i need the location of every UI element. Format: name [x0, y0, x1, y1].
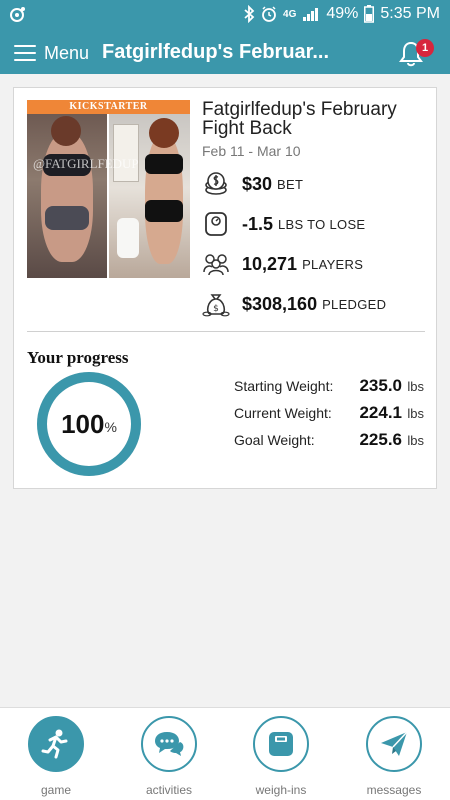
status-right: 4G 49% 5:35 PM — [243, 5, 440, 23]
nav-weigh-ins[interactable]: weigh-ins — [236, 716, 326, 798]
game-title: Fatgirlfedup's February Fight Back — [202, 99, 397, 139]
current-weight-value: 224.1 — [359, 403, 402, 422]
stat-bet: $30 BET — [202, 169, 303, 199]
alarm-icon — [262, 6, 276, 22]
starting-weight-unit: lbs — [407, 379, 424, 394]
divider — [27, 331, 425, 332]
players-value: 10,271 — [242, 253, 298, 274]
scale-icon — [269, 732, 293, 756]
signal-icon — [303, 8, 319, 21]
notification-badge: 1 — [416, 39, 434, 57]
current-weight-label: Current Weight: — [234, 405, 332, 421]
app-bar: Menu Fatgirlfedup's Februar... 1 — [0, 32, 450, 74]
game-image[interactable]: KICKSTARTER @FATGIRLFEDUP — [27, 100, 190, 278]
nav-messages-circle — [366, 716, 422, 772]
battery-icon — [364, 5, 375, 23]
current-weight-row: Current Weight: 224.1 lbs — [234, 401, 424, 428]
bluetooth-icon — [244, 5, 255, 23]
goal-weight-unit: lbs — [407, 433, 424, 448]
pledged-value: $308,160 — [242, 293, 318, 314]
progress-title: Your progress — [27, 348, 129, 367]
nav-game[interactable]: game — [11, 716, 101, 798]
svg-text:$: $ — [213, 304, 219, 314]
nav-weigh-ins-label: weigh-ins — [255, 783, 307, 797]
status-left — [10, 6, 26, 22]
starting-weight-label: Starting Weight: — [234, 378, 334, 394]
nav-messages[interactable]: messages — [349, 716, 439, 798]
lbs-to-lose-value: -1.5 — [242, 213, 274, 234]
players-icon — [202, 250, 230, 278]
paper-plane-icon — [381, 731, 408, 756]
clock: 5:35 PM — [380, 5, 440, 22]
status-bar: 4G 49% 5:35 PM — [0, 0, 450, 32]
pledged-unit: PLEDGED — [322, 296, 387, 312]
app-notification-icon — [10, 7, 25, 22]
bottom-nav: game activities weigh-ins messages — [0, 707, 450, 800]
page-title: Fatgirlfedup's Februar... — [102, 41, 330, 63]
progress-percent: 100 % — [36, 371, 142, 477]
weights-list: Starting Weight: 235.0 lbs Current Weigh… — [234, 374, 424, 455]
before-photo — [27, 114, 107, 278]
after-photo — [109, 114, 190, 278]
coin-stack-icon — [202, 170, 230, 198]
lbs-to-lose-unit: LBS TO LOSE — [278, 216, 366, 232]
stat-pledged: $ $308,160 PLEDGED — [202, 289, 386, 319]
starting-weight-value: 235.0 — [359, 376, 402, 395]
players-unit: PLAYERS — [302, 256, 364, 272]
progress-percent-symbol: % — [104, 419, 117, 435]
game-dates: Feb 11 - Mar 10 — [202, 143, 301, 159]
goal-weight-label: Goal Weight: — [234, 432, 315, 448]
stat-players: 10,271 PLAYERS — [202, 249, 363, 279]
nav-activities[interactable]: activities — [124, 716, 214, 798]
network-type: 4G — [283, 8, 297, 20]
nav-activities-label: activities — [145, 783, 192, 797]
battery-percent: 49% — [326, 5, 359, 22]
current-weight-unit: lbs — [407, 406, 424, 421]
bet-value: $30 — [242, 173, 273, 194]
nav-messages-label: messages — [366, 783, 422, 797]
stat-lbs-to-lose: -1.5 LBS TO LOSE — [202, 209, 365, 239]
goal-weight-value: 225.6 — [359, 430, 402, 449]
progress-percent-value: 100 — [61, 408, 105, 439]
nav-weigh-ins-circle — [253, 716, 309, 772]
game-card: KICKSTARTER @FATGIRLFEDUP Fatgirlfedup's… — [13, 87, 437, 489]
chat-bubbles-icon — [155, 732, 184, 756]
nav-activities-circle — [141, 716, 197, 772]
kickstarter-banner: KICKSTARTER — [27, 100, 190, 114]
runner-icon — [41, 729, 68, 759]
scale-icon — [202, 210, 230, 238]
bet-unit: BET — [277, 176, 304, 192]
starting-weight-row: Starting Weight: 235.0 lbs — [234, 374, 424, 401]
hamburger-icon — [14, 45, 36, 61]
notifications-button[interactable]: 1 — [398, 39, 434, 68]
image-watermark: @FATGIRLFEDUP — [33, 156, 139, 171]
money-bag-icon: $ — [202, 290, 230, 318]
nav-game-label: game — [40, 783, 72, 797]
nav-game-circle — [28, 716, 84, 772]
goal-weight-row: Goal Weight: 225.6 lbs — [234, 428, 424, 455]
menu-label: Menu — [44, 42, 90, 63]
menu-button[interactable]: Menu — [14, 40, 89, 66]
